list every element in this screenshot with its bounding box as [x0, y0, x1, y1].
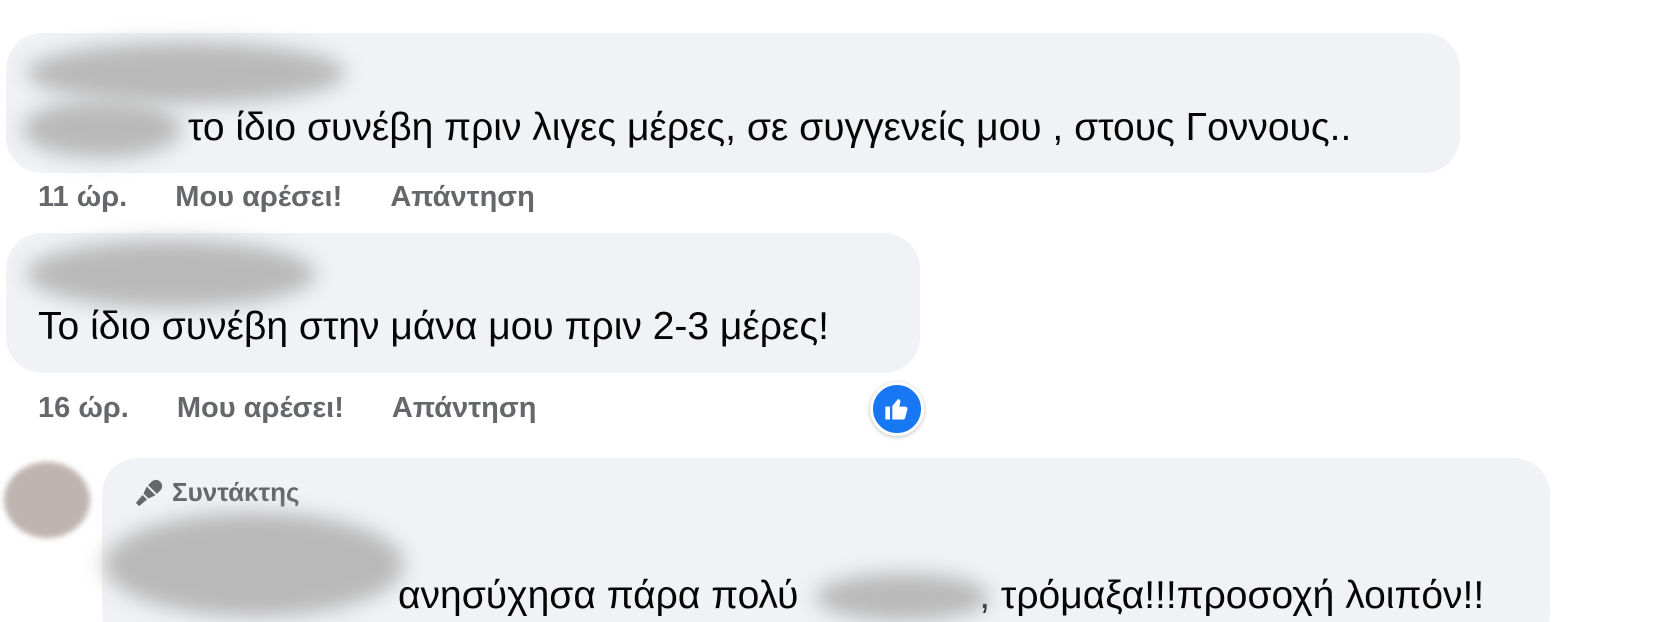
editor-badge: Συντάκτης	[134, 477, 300, 508]
comment-text-1: το ίδιο συνέβη πριν λιγες μέρες, σε συγγ…	[188, 106, 1352, 149]
comment-time-1[interactable]: 11 ώρ.	[38, 181, 127, 214]
avatar[interactable]	[4, 462, 90, 538]
microphone-icon	[135, 479, 163, 506]
comment-text-3-part2: , τρόμαξα!!!προσοχή λοιπόν!!	[979, 574, 1485, 617]
blurred-mention-1	[22, 100, 182, 158]
comment-time-2[interactable]: 16 ώρ.	[38, 392, 129, 425]
like-link-1[interactable]: Μου αρέσει!	[175, 181, 342, 214]
blurred-mention-3	[815, 573, 990, 621]
reply-link-1[interactable]: Απάντηση	[390, 181, 535, 214]
comment-text-2: Το ίδιο συνέβη στην μάνα μου πριν 2-3 μέ…	[38, 305, 829, 348]
editor-badge-label: Συντάκτης	[172, 477, 300, 507]
comment-actions-1: 11 ώρ. Μου αρέσει! Απάντηση	[38, 181, 575, 214]
like-link-2[interactable]: Μου αρέσει!	[177, 392, 344, 425]
comment-actions-2: 16 ώρ. Μου αρέσει! Απάντηση	[38, 392, 576, 425]
thumbs-up-icon[interactable]	[870, 382, 924, 436]
thumbs-up-glyph	[885, 399, 908, 420]
blurred-author-name-1	[26, 42, 346, 104]
comment-text-3-part1: ανησύχησα πάρα πολύ	[398, 574, 810, 617]
reply-link-2[interactable]: Απάντηση	[392, 392, 537, 425]
blurred-author-name-3	[104, 512, 404, 617]
blurred-author-name-2	[26, 240, 316, 308]
